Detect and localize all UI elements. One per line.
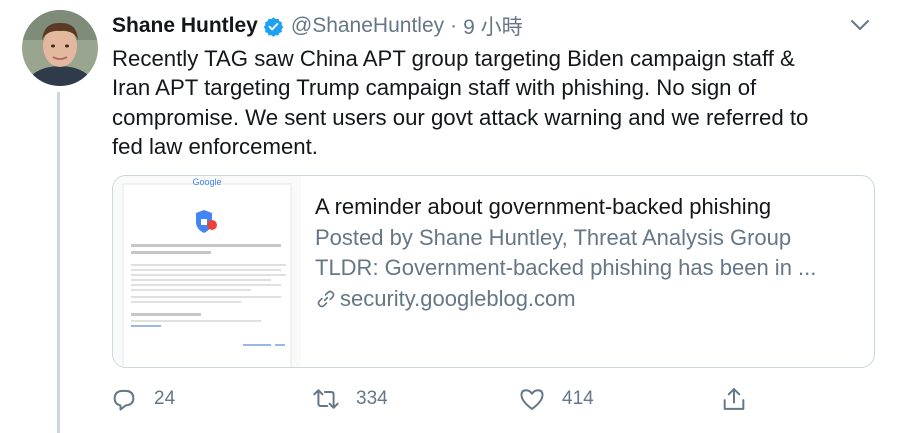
tweet-timestamp[interactable]: 9 小時 <box>463 11 523 41</box>
heart-icon <box>520 389 544 410</box>
card-domain-text: security.googleblog.com <box>340 285 576 311</box>
share-icon <box>723 388 745 410</box>
card-title: A reminder about government-backed phish… <box>315 194 772 219</box>
separator-dot: · <box>450 14 458 37</box>
tweet-text-line: Recently TAG saw China APT group targeti… <box>112 46 795 71</box>
thread-line <box>57 92 60 433</box>
tweet-header: Shane Huntley @ShaneHuntley · 9 小時 <box>112 11 523 41</box>
link-icon <box>317 290 335 308</box>
chevron-down-icon[interactable] <box>849 16 871 34</box>
link-preview-card[interactable]: Google A reminder about government-backe… <box>112 175 875 368</box>
like-count: 414 <box>562 388 594 409</box>
card-thumbnail: Google <box>113 176 301 367</box>
verified-badge-icon <box>263 16 284 37</box>
retweet-icon <box>313 389 339 409</box>
tweet-actions: 24 334 414 <box>110 381 760 417</box>
avatar[interactable] <box>22 10 98 86</box>
thumbnail-brand: Google <box>192 177 221 187</box>
card-domain: security.googleblog.com <box>315 284 816 315</box>
card-description: Posted by Shane Huntley, Threat Analysis… <box>315 224 792 250</box>
retweet-button[interactable]: 334 <box>312 381 388 417</box>
card-body: A reminder about government-backed phish… <box>301 176 816 367</box>
like-button[interactable]: 414 <box>518 381 594 417</box>
retweet-count: 334 <box>356 388 388 409</box>
tweet-text-line: Iran APT targeting Trump campaign staff … <box>112 75 757 101</box>
user-handle[interactable]: @ShaneHuntley <box>291 14 444 38</box>
reply-button[interactable]: 24 <box>110 381 175 417</box>
tweet-text: Recently TAG saw China APT group targeti… <box>112 44 882 161</box>
reply-count: 24 <box>154 388 176 409</box>
display-name[interactable]: Shane Huntley <box>112 14 258 38</box>
tweet-text-line: fed law enforcement. <box>112 133 318 159</box>
share-button[interactable] <box>720 381 748 417</box>
tweet-text-line: compromise. We sent users our govt attac… <box>112 104 809 130</box>
card-description: TLDR: Government-backed phishing has bee… <box>315 255 817 280</box>
thumbnail-image: Google <box>113 176 301 367</box>
avatar-photo <box>22 10 98 86</box>
reply-icon <box>113 389 135 411</box>
